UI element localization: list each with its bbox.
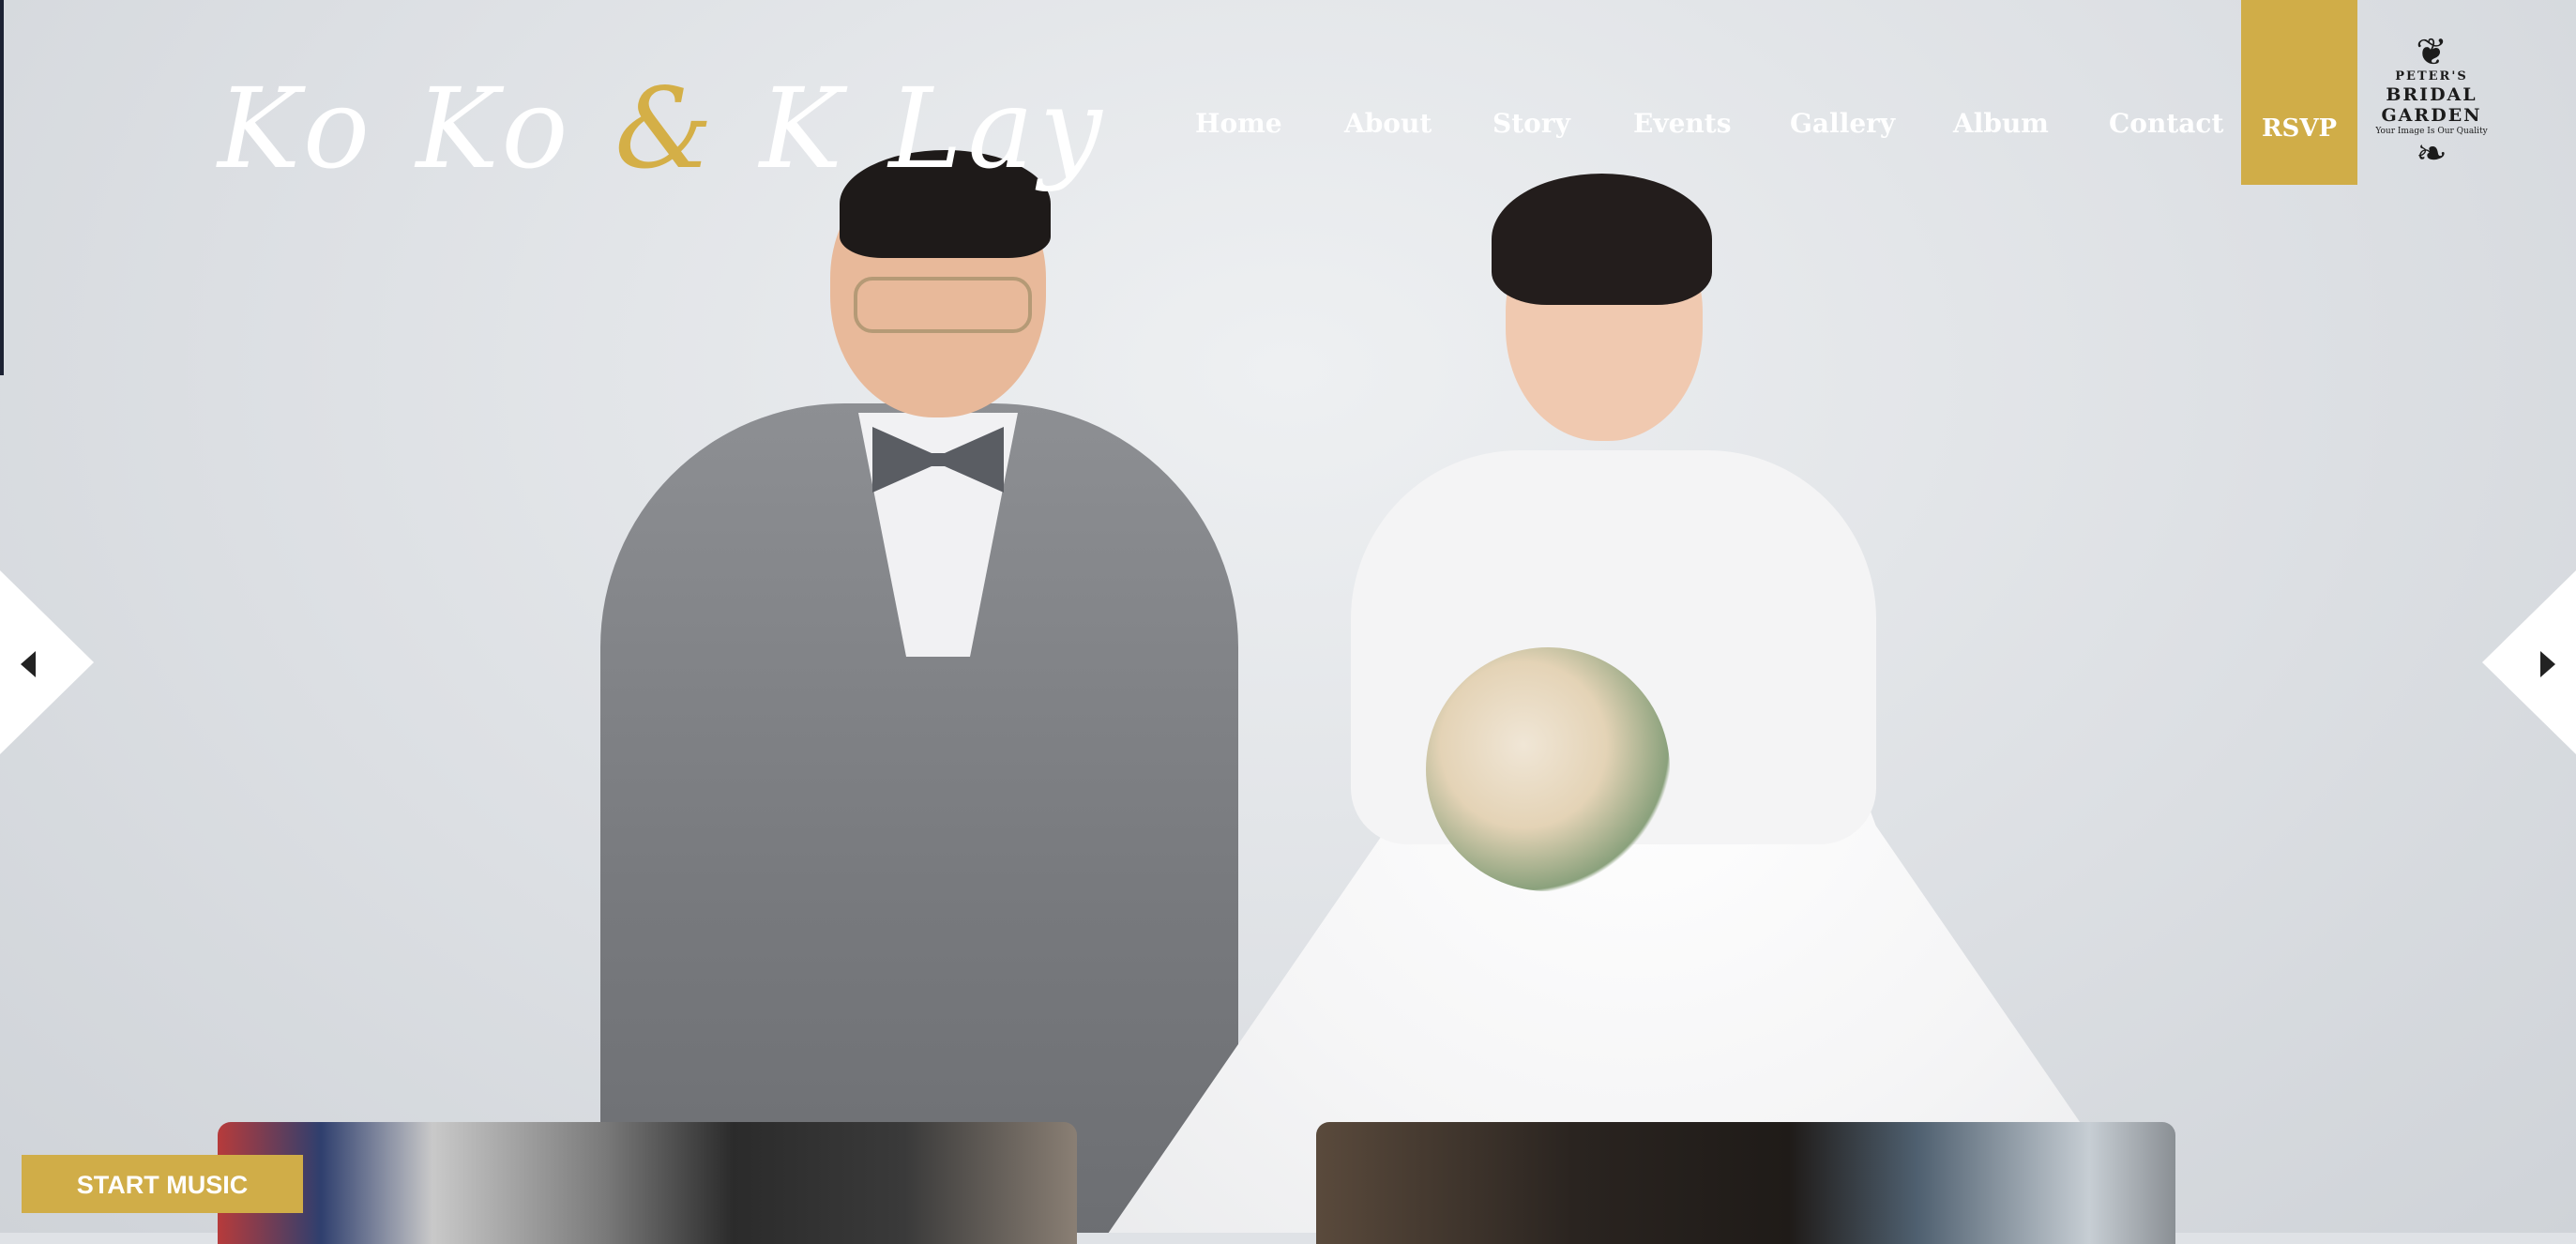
logo-ampersand: &	[614, 64, 720, 193]
start-music-button[interactable]: START MUSIC	[22, 1155, 303, 1213]
logo-bride-name: K Lay	[759, 64, 1108, 193]
brand-line2: BRIDAL GARDEN	[2381, 84, 2482, 126]
groom-glasses	[854, 277, 1032, 333]
nav-album[interactable]: Album	[1953, 98, 2049, 150]
nav-home[interactable]: Home	[1195, 98, 1282, 150]
nav-contact[interactable]: Contact	[2109, 98, 2223, 150]
nav-about[interactable]: About	[1344, 98, 1432, 150]
caret-left-icon	[21, 651, 36, 677]
photo-card-right[interactable]	[1316, 1122, 2175, 1244]
nav-events[interactable]: Events	[1633, 98, 1731, 150]
bottom-ornament-icon: ❧	[2416, 132, 2447, 175]
nav-gallery[interactable]: Gallery	[1790, 98, 1895, 150]
bride-hair	[1492, 174, 1712, 305]
crown-ornament-icon: ❦	[2416, 31, 2447, 74]
photo-card-left[interactable]	[218, 1122, 1077, 1244]
brand-line1: PETER'S	[2395, 69, 2468, 83]
brand-logo[interactable]: ❦ PETER'S BRIDAL GARDEN Your Image Is Ou…	[2356, 31, 2507, 173]
logo-groom-name: Ko Ko	[218, 64, 574, 193]
rsvp-button[interactable]: RSVP	[2241, 0, 2357, 185]
edge-bar	[0, 0, 4, 375]
caret-right-icon	[2540, 651, 2555, 677]
nav-story[interactable]: Story	[1493, 98, 1570, 150]
bouquet	[1426, 647, 1670, 891]
site-logo[interactable]: Ko Ko & K Lay	[218, 49, 1102, 208]
